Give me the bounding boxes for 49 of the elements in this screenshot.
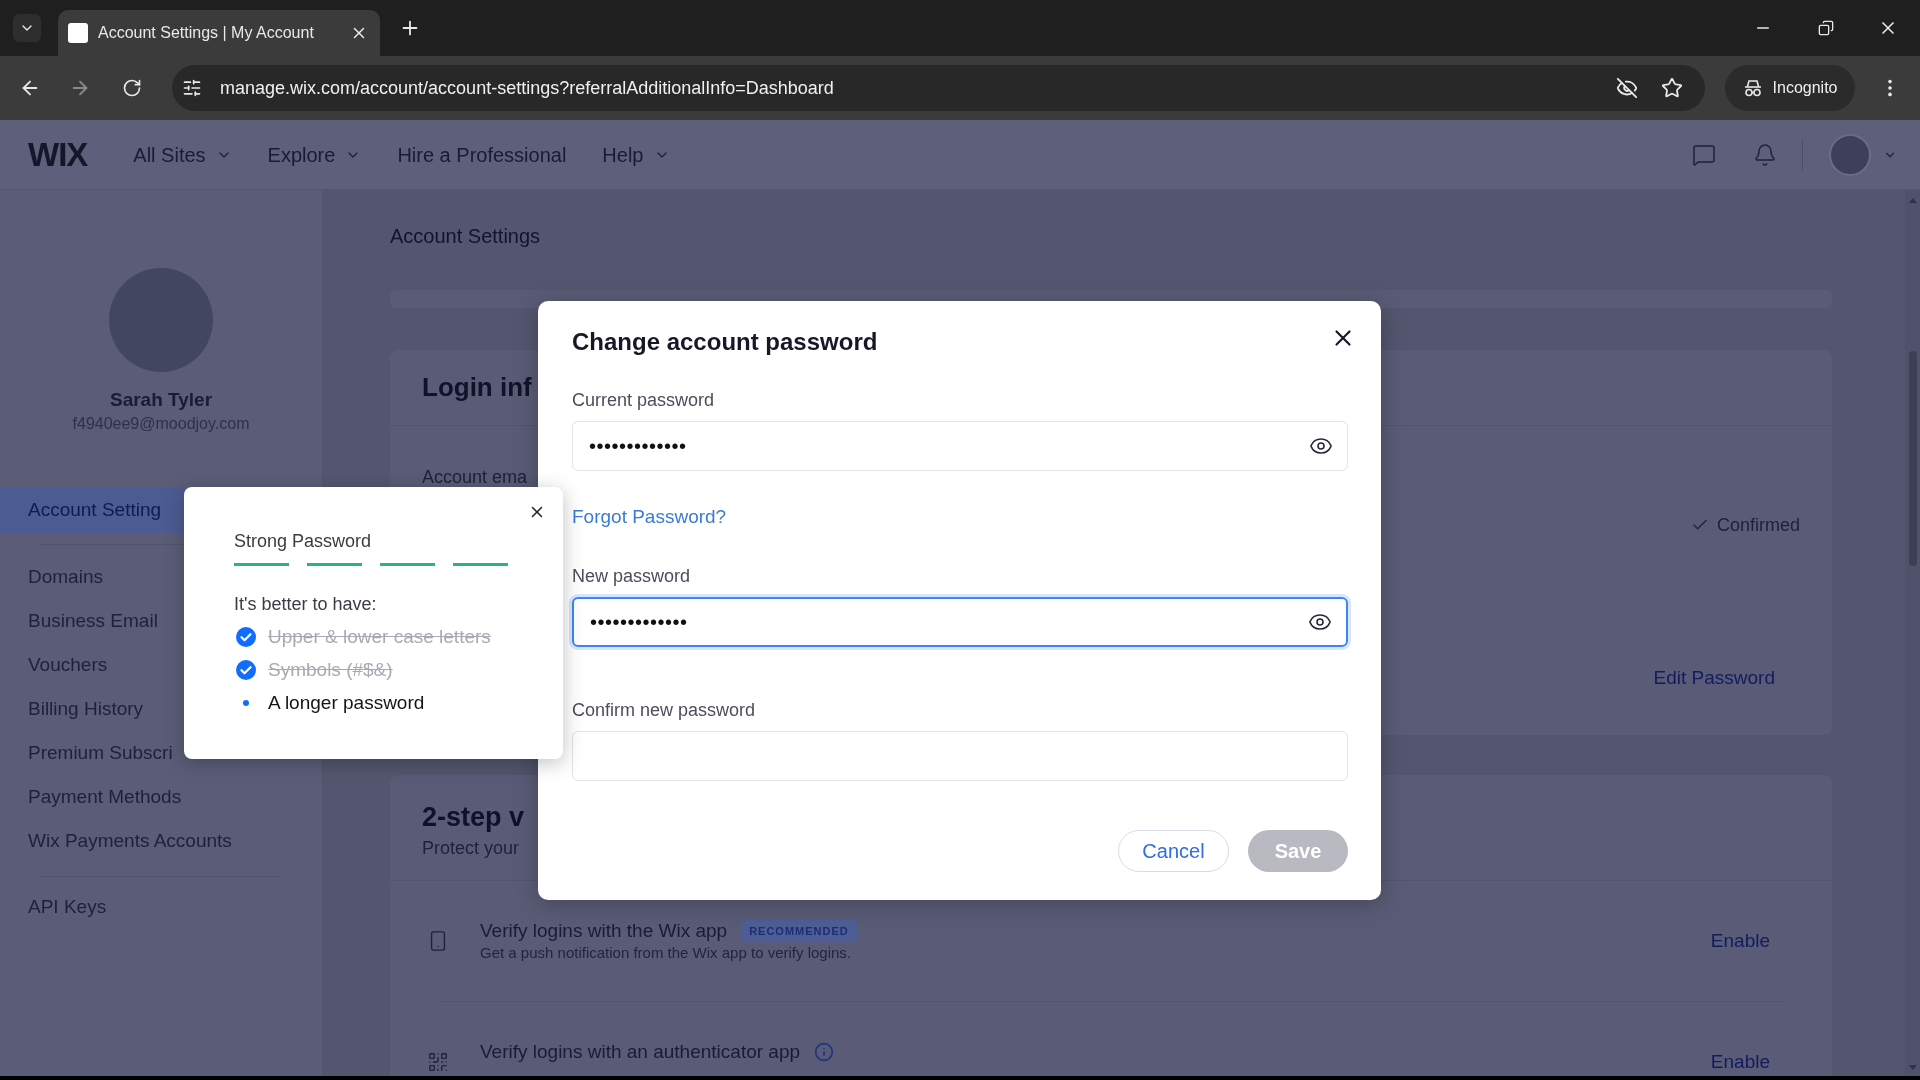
restore-icon[interactable] xyxy=(1818,20,1834,36)
bookmark-star-icon[interactable] xyxy=(1661,77,1683,99)
nav-menu-item[interactable]: Hire a Professional xyxy=(397,139,567,170)
nav-menu-item[interactable]: Explore xyxy=(267,139,362,170)
site-settings-icon[interactable] xyxy=(182,78,202,98)
method-title: Verify logins with an authenticator app xyxy=(480,1040,801,1064)
reload-icon[interactable] xyxy=(122,78,142,98)
field-label: Confirm new password xyxy=(572,699,756,721)
field-label: New password xyxy=(572,565,691,587)
requirement-text: A longer password xyxy=(268,692,425,714)
sidebar-item[interactable]: API Keys xyxy=(0,885,322,929)
notifications-icon[interactable] xyxy=(1753,142,1777,167)
sidebar-item[interactable]: Wix Payments Accounts xyxy=(0,819,322,863)
edit-password-link[interactable]: Edit Password xyxy=(1653,667,1775,689)
status-text: Confirmed xyxy=(1716,514,1800,536)
strength-title: Strong Password xyxy=(234,530,372,552)
incognito-icon xyxy=(1742,79,1763,97)
tab-search-button[interactable] xyxy=(13,14,41,42)
password-field[interactable] xyxy=(572,731,1348,781)
field-label: Current password xyxy=(572,389,715,411)
favicon-icon xyxy=(68,23,88,43)
hint-text: It's better to have: xyxy=(234,593,377,615)
eye-off-icon[interactable] xyxy=(1616,77,1638,99)
card-title: Login inf xyxy=(422,371,532,404)
enable-link[interactable]: Enable xyxy=(1710,1047,1770,1076)
address-bar[interactable]: manage.wix.com/account/account-settings?referralAdditionalInfo=Dashboard xyxy=(172,65,1705,111)
enable-link[interactable]: Enable xyxy=(1710,926,1770,956)
requirement-text: Symbols (#$&) xyxy=(268,659,393,681)
method-title: Verify logins with the Wix app xyxy=(480,919,728,943)
logo[interactable]: WIX xyxy=(28,129,88,180)
browser-tab[interactable]: Account Settings | My Account xyxy=(58,10,380,56)
user-name: Sarah Tyler xyxy=(108,388,214,412)
method-description: Get a push notification from the Wix app to verify logins. xyxy=(480,943,851,963)
sidebar-item[interactable]: Premium Subscri xyxy=(0,731,322,775)
qr-code-icon xyxy=(427,1051,449,1073)
cancel-button[interactable]: Cancel xyxy=(1118,830,1229,872)
card-title: 2-step v xyxy=(422,801,525,834)
page-title: Account Settings xyxy=(390,224,541,248)
dialog-title: Change account password xyxy=(572,327,878,357)
password-field[interactable]: ••••••••••••• xyxy=(572,421,1348,471)
sidebar-item[interactable]: Payment Methods xyxy=(0,775,322,819)
field-label: Account ema xyxy=(422,466,528,488)
nav-menu-item[interactable]: All Sites xyxy=(133,139,232,170)
requirement-text: Upper & lower case letters xyxy=(268,626,491,648)
nav-menu-item[interactable]: Help xyxy=(602,139,670,170)
incognito-chip[interactable]: Incognito xyxy=(1725,65,1855,111)
forgot-password-link[interactable]: Forgot Password? xyxy=(572,506,727,528)
card-subtitle: Protect your xyxy=(422,837,520,859)
password-field[interactable]: ••••••••••••• xyxy=(572,597,1348,647)
